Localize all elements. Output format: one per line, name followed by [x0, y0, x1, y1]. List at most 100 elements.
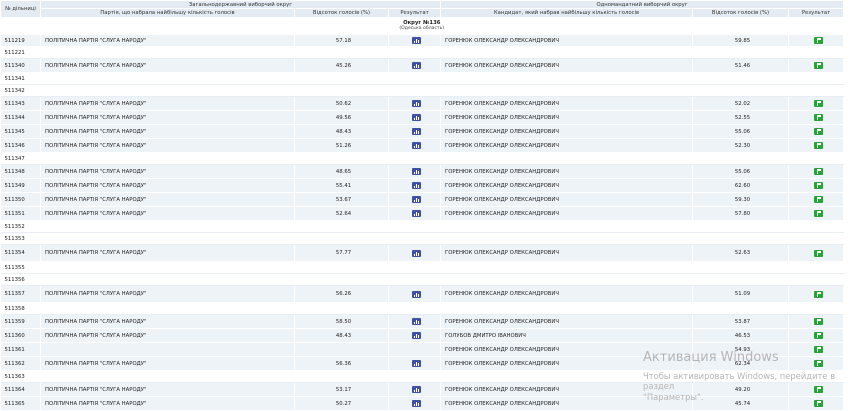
party-percent: 49.56: [294, 110, 389, 125]
candidate-percent: 46.53: [692, 328, 789, 343]
candidate-name: ГОРЕНЮК ОЛЕКСАНДР ОЛЕКСАНДРОВИЧ: [440, 34, 693, 47]
flag-icon[interactable]: [813, 128, 823, 135]
party-name: ПОЛІТИЧНА ПАРТІЯ "СЛУГА НАРОДУ": [40, 178, 295, 193]
header-group-row: № дільниці Загальнодержавний виборчий ок…: [0, 0, 845, 18]
bar-chart-icon[interactable]: [412, 182, 421, 189]
precinct-number: 511358: [0, 302, 41, 315]
party-results-cell: [388, 152, 441, 165]
flag-icon[interactable]: [813, 100, 823, 107]
candidate-results-cell: [788, 34, 845, 47]
candidate-percent: 52.63: [692, 244, 789, 262]
precinct-number: 511355: [0, 261, 41, 274]
candidate-percent: [692, 370, 789, 383]
party-name: ПОЛІТИЧНА ПАРТІЯ "СЛУГА НАРОДУ": [40, 96, 295, 111]
candidate-results-cell: [788, 164, 845, 179]
table-row: 511353: [0, 232, 845, 245]
precinct-number: 511340: [0, 58, 41, 73]
candidate-name: [440, 273, 693, 286]
table-row: 511347: [0, 152, 845, 165]
precinct-number: 511345: [0, 124, 41, 139]
candidate-percent: 52.30: [692, 138, 789, 153]
party-name: [40, 342, 295, 357]
precinct-number: 511341: [0, 72, 41, 85]
bar-chart-icon[interactable]: [412, 249, 421, 257]
candidate-percent: 55.06: [692, 164, 789, 179]
flag-icon[interactable]: [813, 346, 823, 353]
bar-chart-icon[interactable]: [412, 128, 421, 135]
party-name: ПОЛІТИЧНА ПАРТІЯ "СЛУГА НАРОДУ": [40, 206, 295, 221]
bar-chart-icon[interactable]: [412, 168, 421, 175]
candidate-results-cell: [788, 232, 845, 245]
party-name: [40, 152, 295, 165]
candidate-name: [440, 261, 693, 274]
bar-chart-icon[interactable]: [412, 318, 421, 325]
candidate-percent: 51.09: [692, 285, 789, 303]
bar-chart-icon[interactable]: [412, 100, 421, 107]
col-party-pct-header: Відсоток голосів (%): [294, 8, 389, 18]
table-row: 511365 ПОЛІТИЧНА ПАРТІЯ "СЛУГА НАРОДУ" 50.…: [0, 396, 845, 411]
candidate-percent: 51.46: [692, 58, 789, 73]
flag-icon[interactable]: [813, 210, 823, 217]
flag-icon[interactable]: [813, 37, 823, 44]
flag-icon[interactable]: [813, 400, 823, 407]
candidate-name: [440, 220, 693, 233]
bar-chart-icon[interactable]: [412, 62, 421, 69]
party-results-cell: [388, 72, 441, 85]
party-percent: 50.62: [294, 96, 389, 111]
flag-icon[interactable]: [813, 114, 823, 121]
candidate-name: [440, 72, 693, 85]
flag-icon[interactable]: [813, 360, 823, 367]
table-row: 511345 ПОЛІТИЧНА ПАРТІЯ "СЛУГА НАРОДУ" 48.…: [0, 124, 845, 139]
party-name: ПОЛІТИЧНА ПАРТІЯ "СЛУГА НАРОДУ": [40, 314, 295, 329]
candidate-name: ГОРЕНЮК ОЛЕКСАНДР ОЛЕКСАНДРОВИЧ: [440, 314, 693, 329]
candidate-results-cell: [788, 396, 845, 411]
bar-chart-icon[interactable]: [412, 386, 421, 393]
flag-icon[interactable]: [813, 62, 823, 69]
flag-icon[interactable]: [813, 249, 823, 257]
flag-icon[interactable]: [813, 168, 823, 175]
party-name: [40, 302, 295, 315]
bar-chart-icon[interactable]: [412, 360, 421, 367]
precinct-number: 511362: [0, 356, 41, 371]
bar-chart-icon[interactable]: [412, 332, 421, 339]
table-row: 511355: [0, 261, 845, 274]
candidate-name: ГОРЕНЮК ОЛЕКСАНДР ОЛЕКСАНДРОВИЧ: [440, 138, 693, 153]
precinct-number: 511349: [0, 178, 41, 193]
flag-icon[interactable]: [813, 386, 823, 393]
flag-icon[interactable]: [813, 142, 823, 149]
party-name: ПОЛІТИЧНА ПАРТІЯ "СЛУГА НАРОДУ": [40, 356, 295, 371]
party-name: [40, 46, 295, 59]
party-percent: [294, 220, 389, 233]
candidate-name: ГОРЕНЮК ОЛЕКСАНДР ОЛЕКСАНДРОВИЧ: [440, 382, 693, 397]
party-name: ПОЛІТИЧНА ПАРТІЯ "СЛУГА НАРОДУ": [40, 396, 295, 411]
party-name: ПОЛІТИЧНА ПАРТІЯ "СЛУГА НАРОДУ": [40, 285, 295, 303]
bar-chart-icon[interactable]: [412, 114, 421, 121]
bar-chart-icon[interactable]: [412, 37, 421, 44]
candidate-percent: [692, 84, 789, 97]
flag-icon[interactable]: [813, 332, 823, 339]
bar-chart-icon[interactable]: [412, 142, 421, 149]
party-results-cell: [388, 370, 441, 383]
table-row: 511346 ПОЛІТИЧНА ПАРТІЯ "СЛУГА НАРОДУ" 51.…: [0, 138, 845, 153]
candidate-percent: [692, 261, 789, 274]
bar-chart-icon[interactable]: [412, 290, 421, 298]
party-name: ПОЛІТИЧНА ПАРТІЯ "СЛУГА НАРОДУ": [40, 34, 295, 47]
party-percent: 56.36: [294, 356, 389, 371]
precinct-number: 511347: [0, 152, 41, 165]
flag-icon[interactable]: [813, 290, 823, 298]
precinct-number: 511365: [0, 396, 41, 411]
party-name: [40, 273, 295, 286]
bar-chart-icon[interactable]: [412, 196, 421, 203]
party-name: [40, 232, 295, 245]
candidate-name: ГОРЕНЮК ОЛЕКСАНДР ОЛЕКСАНДРОВИЧ: [440, 164, 693, 179]
flag-icon[interactable]: [813, 196, 823, 203]
candidate-name: ГОРЕНЮК ОЛЕКСАНДР ОЛЕКСАНДРОВИЧ: [440, 206, 693, 221]
bar-chart-icon[interactable]: [412, 210, 421, 217]
party-name: ПОЛІТИЧНА ПАРТІЯ "СЛУГА НАРОДУ": [40, 382, 295, 397]
bar-chart-icon[interactable]: [412, 400, 421, 407]
party-results-cell: [388, 302, 441, 315]
candidate-name: [440, 370, 693, 383]
party-percent: 53.17: [294, 382, 389, 397]
flag-icon[interactable]: [813, 318, 823, 325]
flag-icon[interactable]: [813, 182, 823, 189]
